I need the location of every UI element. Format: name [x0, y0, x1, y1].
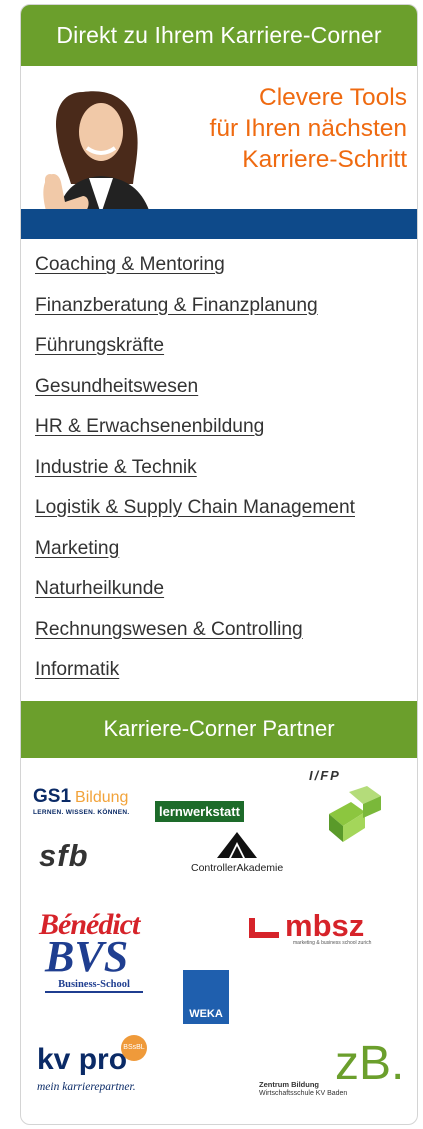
ifp-logo-text[interactable]: I/FP: [309, 768, 341, 783]
bvs-logo[interactable]: BVS: [45, 934, 128, 979]
kvpro-slogan: mein karrierepartner.: [37, 1080, 136, 1093]
widget-header-title: Direkt zu Ihrem Karriere-Corner: [56, 22, 382, 48]
banner-tagline: Clevere Tools für Ihren nächsten Karrier…: [210, 82, 407, 175]
gs1-slogan: LERNEN. WISSEN. KÖNNEN.: [33, 808, 130, 816]
zb-mark: zB.: [335, 1036, 405, 1090]
gs1-title: GS1: [33, 785, 72, 807]
controller-akademie-label: ControllerAkademie: [191, 861, 284, 874]
widget-header: Direkt zu Ihrem Karriere-Corner: [21, 5, 417, 66]
lernwerkstatt-logo[interactable]: lernwerkstatt: [155, 800, 244, 822]
controller-akademie-logo[interactable]: ControllerAkademie: [191, 830, 283, 874]
kvpro-logo[interactable]: kv pro BSsBL mein karrierepartner.: [37, 1034, 147, 1093]
partners-header: Karriere-Corner Partner: [21, 700, 417, 758]
weka-logo[interactable]: WEKA: [183, 969, 229, 1024]
bvs-business-school-label: Business-School: [45, 979, 143, 993]
banner-tagline-line3: Karriere-Schritt: [242, 146, 407, 173]
ifp-cubes-icon[interactable]: [321, 785, 383, 846]
link-naturheilkunde[interactable]: Naturheilkunde: [35, 579, 417, 620]
sfb-logo[interactable]: sfb: [39, 838, 89, 874]
partners-logos: GS1 Bildung LERNEN. WISSEN. KÖNNEN. lernw…: [21, 758, 417, 1125]
mbsz-logo[interactable]: mbsz marketing & business school zurich: [249, 908, 371, 946]
mbsz-subtitle: marketing & business school zurich: [293, 939, 372, 946]
zb-line1: Zentrum Bildung: [259, 1079, 319, 1089]
link-coaching-mentoring[interactable]: Coaching & Mentoring: [35, 255, 417, 296]
career-tools-banner[interactable]: Clevere Tools für Ihren nächsten Karrier…: [21, 66, 417, 239]
mbsz-mark-icon: [249, 917, 279, 938]
link-marketing[interactable]: Marketing: [35, 538, 417, 580]
gs1-bildung: Bildung: [75, 788, 129, 806]
controller-akademie-mark-icon: [217, 831, 258, 858]
link-gesundheitswesen[interactable]: Gesundheitswesen: [35, 376, 417, 418]
link-industrie-technik[interactable]: Industrie & Technik: [35, 457, 417, 499]
gs1-bildung-logo[interactable]: GS1 Bildung LERNEN. WISSEN. KÖNNEN.: [33, 786, 129, 816]
banner-tagline-line1: Clevere Tools: [259, 84, 407, 111]
mbsz-text: mbsz: [285, 907, 365, 943]
link-logistik-supply-chain[interactable]: Logistik & Supply Chain Management: [35, 498, 417, 539]
kvpro-badge: BSsBL: [121, 1034, 147, 1061]
banner-tagline-line2: für Ihren nächsten: [209, 115, 407, 142]
career-corner-widget: Direkt zu Ihrem Karriere-Corner Clevere …: [20, 4, 418, 1125]
link-rechnungswesen-controlling[interactable]: Rechnungswesen & Controlling: [35, 619, 417, 661]
link-fuehrungskraefte[interactable]: Führungskräfte: [35, 336, 417, 377]
link-informatik[interactable]: Informatik: [35, 660, 417, 701]
career-links-list: Coaching & Mentoring Finanzberatung & Fi…: [21, 239, 417, 701]
link-finanzberatung[interactable]: Finanzberatung & Finanzplanung: [35, 295, 417, 337]
link-hr-erwachsenenbildung[interactable]: HR & Erwachsenenbildung: [35, 417, 417, 458]
banner-blue-bar: [21, 209, 417, 239]
zb-line2: Wirtschaftsschule KV Baden: [259, 1089, 348, 1097]
partners-header-title: Karriere-Corner Partner: [103, 716, 335, 741]
